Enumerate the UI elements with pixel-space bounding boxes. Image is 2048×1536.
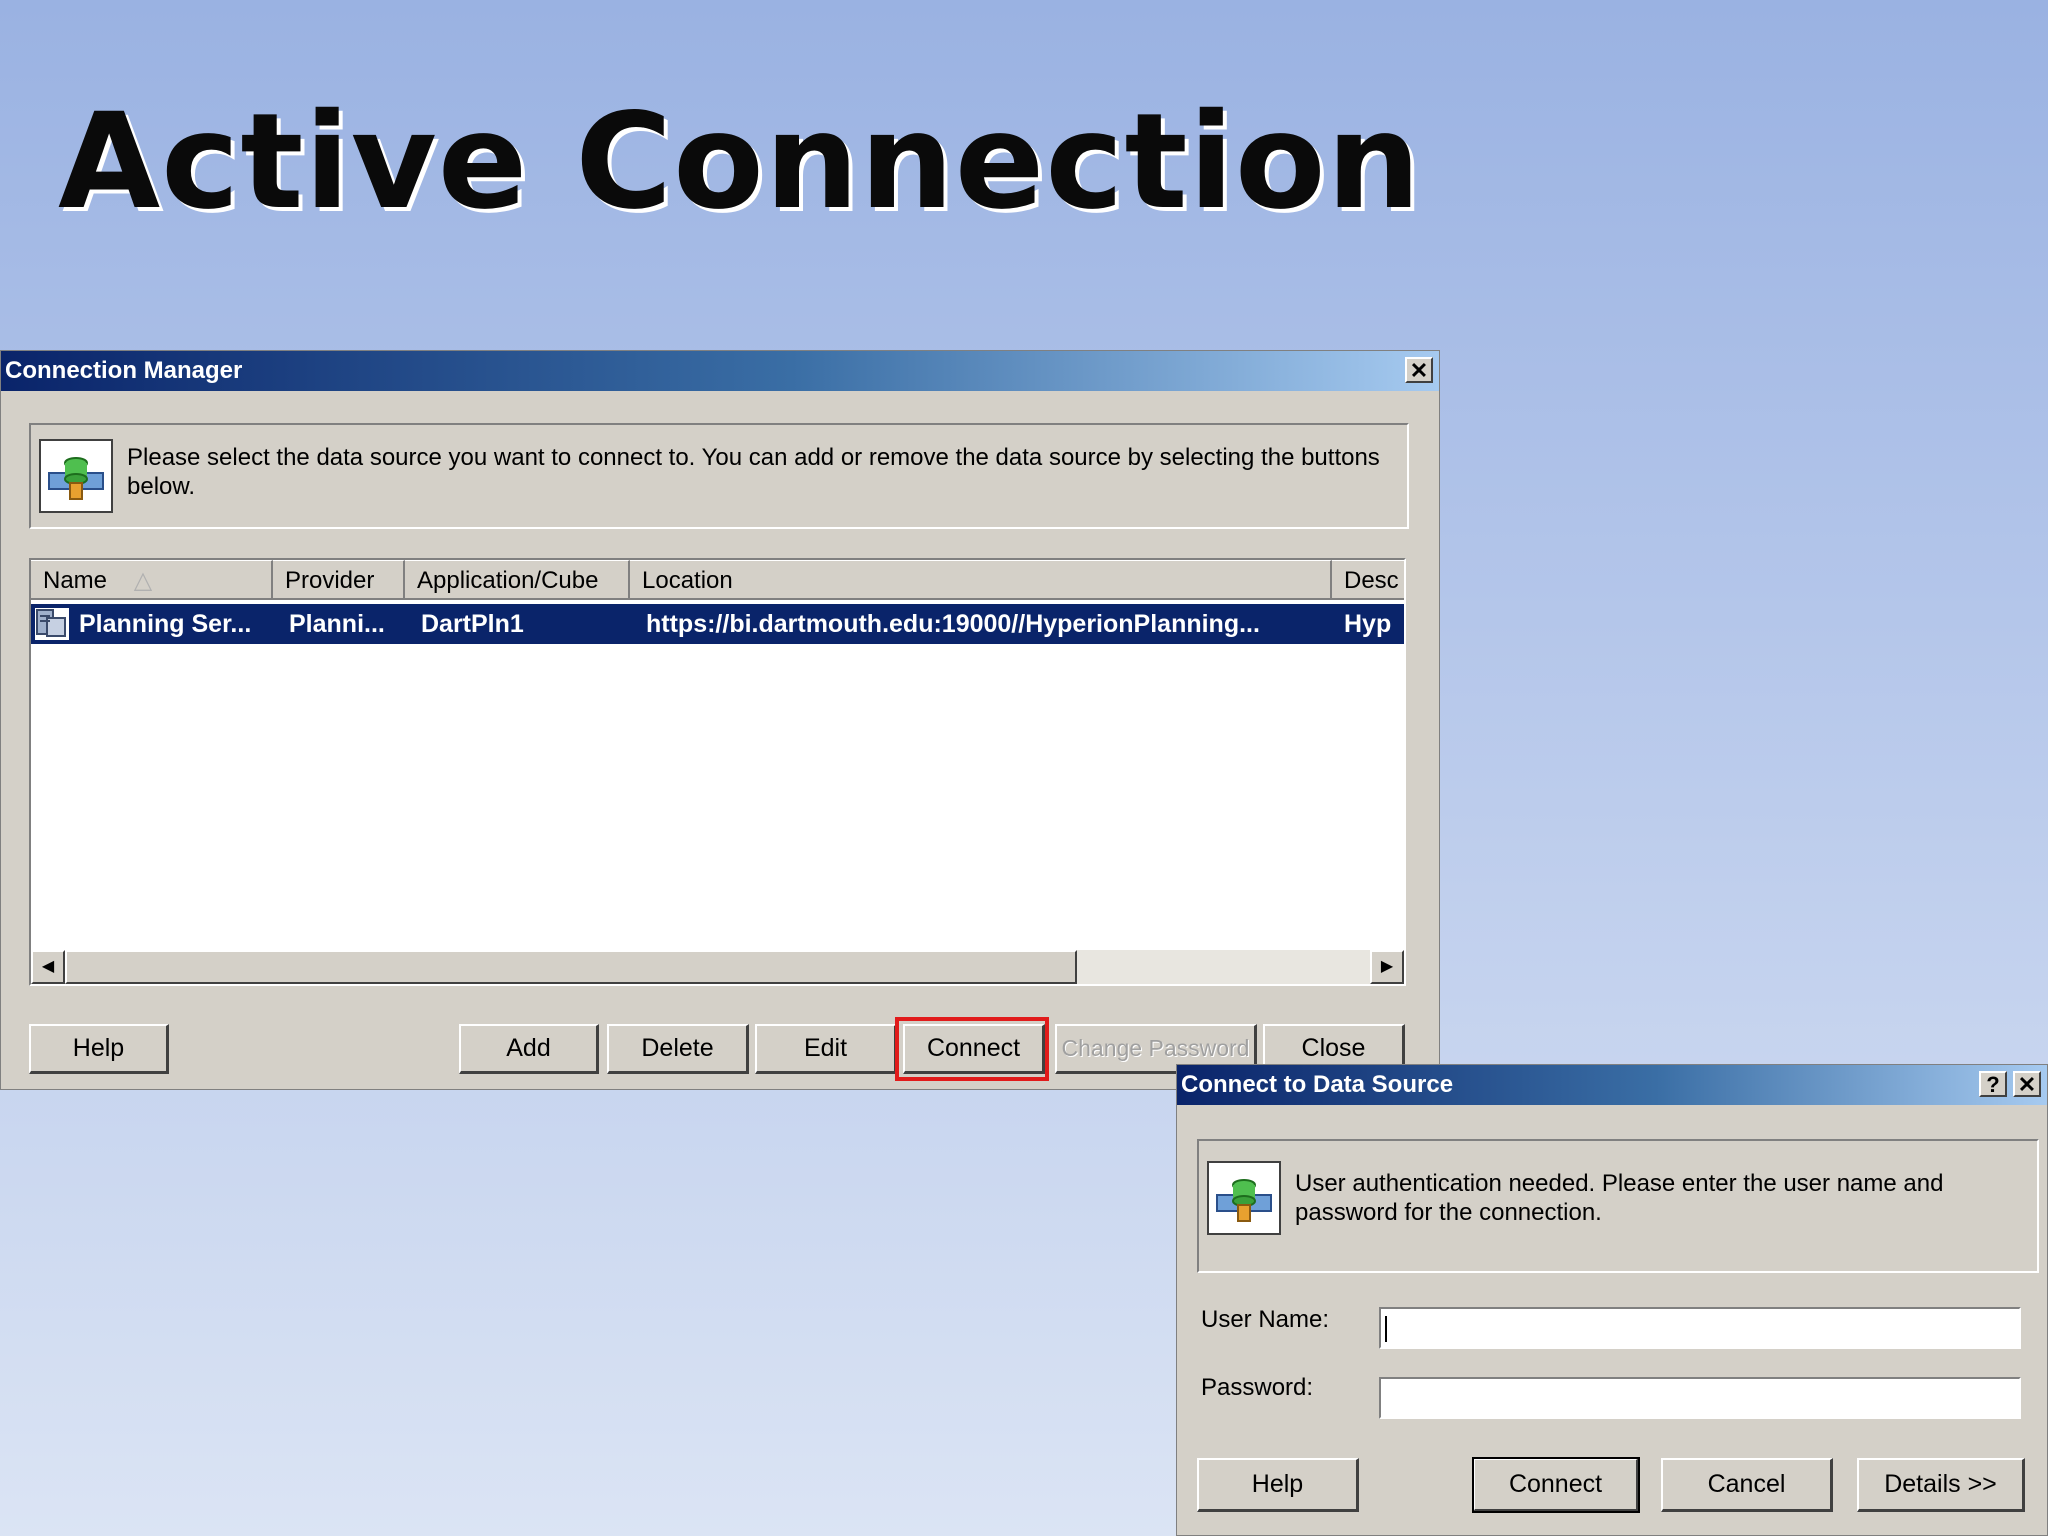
- row-provider: Planni...: [289, 610, 385, 638]
- scroll-left-icon[interactable]: ◀: [31, 950, 65, 984]
- password-label: Password:: [1201, 1374, 1314, 1401]
- auth-message: User authentication needed. Please enter…: [1295, 1170, 1944, 1226]
- row-application: DartPln1: [421, 610, 524, 638]
- connection-manager-dialog: Connection Manager ✕ Please select the d…: [0, 350, 1440, 1090]
- connect-dialog-titlebar: Connect to Data Source: [1177, 1065, 2047, 1105]
- row-description: Hyp: [1344, 610, 1392, 638]
- text-caret: [1385, 1316, 1387, 1342]
- connect-button[interactable]: Connect: [903, 1024, 1045, 1074]
- delete-button[interactable]: Delete: [607, 1024, 749, 1074]
- close-icon[interactable]: ✕: [1405, 357, 1433, 383]
- slide-title: Active Connection: [58, 85, 1422, 239]
- column-description[interactable]: Desc: [1332, 560, 1404, 600]
- info-groupbox: Please select the data source you want t…: [29, 423, 1409, 529]
- data-source-list[interactable]: Name △ Provider Application/Cube Locatio…: [29, 558, 1406, 986]
- cancel-button[interactable]: Cancel: [1661, 1458, 1833, 1512]
- auth-info-groupbox: User authentication needed. Please enter…: [1197, 1139, 2039, 1273]
- column-application[interactable]: Application/Cube: [405, 560, 630, 600]
- column-provider[interactable]: Provider: [273, 560, 405, 600]
- help-button[interactable]: Help: [1197, 1458, 1359, 1512]
- connect-button[interactable]: Connect: [1472, 1457, 1640, 1513]
- server-icon: [35, 608, 69, 640]
- column-name[interactable]: Name △: [31, 560, 273, 600]
- dialog-title: Connection Manager: [5, 357, 243, 384]
- info-message: Please select the data source you want t…: [127, 444, 1380, 500]
- data-source-icon: [39, 439, 113, 513]
- add-button[interactable]: Add: [459, 1024, 599, 1074]
- details-button[interactable]: Details >>: [1857, 1458, 2025, 1512]
- edit-button[interactable]: Edit: [755, 1024, 897, 1074]
- connection-manager-titlebar: Connection Manager: [1, 351, 1439, 391]
- password-input[interactable]: [1379, 1377, 2021, 1419]
- dialog-title: Connect to Data Source: [1181, 1071, 1454, 1098]
- help-button[interactable]: Help: [29, 1024, 169, 1074]
- list-header: Name △ Provider Application/Cube Locatio…: [31, 560, 1404, 600]
- user-name-input[interactable]: [1379, 1307, 2021, 1349]
- sort-ascending-icon: △: [133, 567, 153, 594]
- scroll-right-icon[interactable]: ▶: [1370, 950, 1404, 984]
- horizontal-scrollbar[interactable]: ◀ ▶: [31, 950, 1404, 984]
- help-icon[interactable]: ?: [1979, 1071, 2007, 1097]
- row-location: https://bi.dartmouth.edu:19000//Hyperion…: [646, 610, 1260, 638]
- scrollbar-thumb[interactable]: [65, 950, 1077, 984]
- table-row[interactable]: Planning Ser... Planni... DartPln1 https…: [31, 604, 1404, 644]
- row-name: Planning Ser...: [79, 610, 252, 638]
- connect-to-data-source-dialog: Connect to Data Source ? ✕ User authenti…: [1176, 1064, 2048, 1536]
- data-source-icon: [1207, 1161, 1281, 1235]
- column-name-label: Name: [43, 567, 108, 594]
- column-location[interactable]: Location: [630, 560, 1332, 600]
- close-icon[interactable]: ✕: [2013, 1071, 2041, 1097]
- user-name-label: User Name:: [1201, 1306, 1330, 1333]
